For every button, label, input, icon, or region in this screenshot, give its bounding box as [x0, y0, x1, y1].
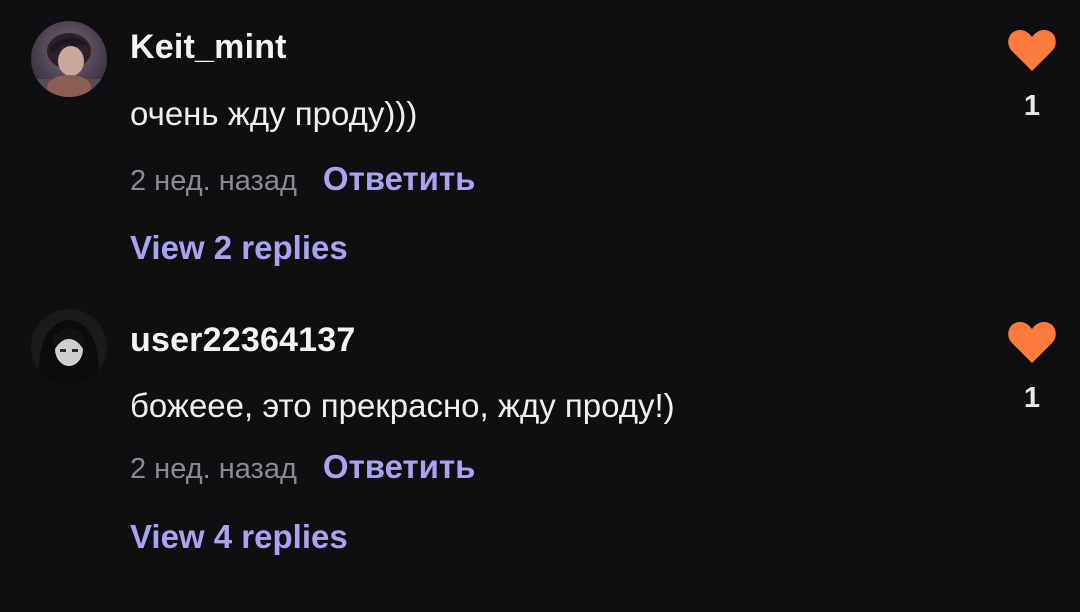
- comment-item: user22364137 божеее, это прекрасно, жду …: [0, 290, 1080, 580]
- like-count: 1: [1023, 90, 1041, 122]
- heart-icon[interactable]: [1007, 320, 1057, 364]
- view-replies-link[interactable]: View 4 replies: [130, 518, 348, 556]
- comment-username[interactable]: user22364137: [130, 321, 356, 360]
- comment-time: 2 нед. назад: [130, 165, 297, 197]
- comment-username[interactable]: Keit_mint: [130, 28, 287, 67]
- comment-text: очень жду проду))): [130, 95, 418, 132]
- avatar[interactable]: [31, 309, 107, 385]
- reply-button[interactable]: Ответить: [323, 160, 476, 198]
- comment-text: божеее, это прекрасно, жду проду!): [130, 387, 675, 424]
- comment-meta: 2 нед. назад Ответить: [130, 160, 475, 198]
- comment-item: Keit_mint очень жду проду))) 2 нед. наза…: [0, 0, 1080, 290]
- heart-icon[interactable]: [1007, 28, 1057, 72]
- view-replies-link[interactable]: View 2 replies: [130, 229, 348, 267]
- reply-button[interactable]: Ответить: [323, 448, 476, 486]
- like-button[interactable]: 1: [1002, 320, 1062, 415]
- avatar[interactable]: [31, 21, 107, 97]
- like-count: 1: [1023, 382, 1041, 414]
- comment-time: 2 нед. назад: [130, 453, 297, 485]
- comment-meta: 2 нед. назад Ответить: [130, 448, 475, 486]
- like-button[interactable]: 1: [1002, 28, 1062, 123]
